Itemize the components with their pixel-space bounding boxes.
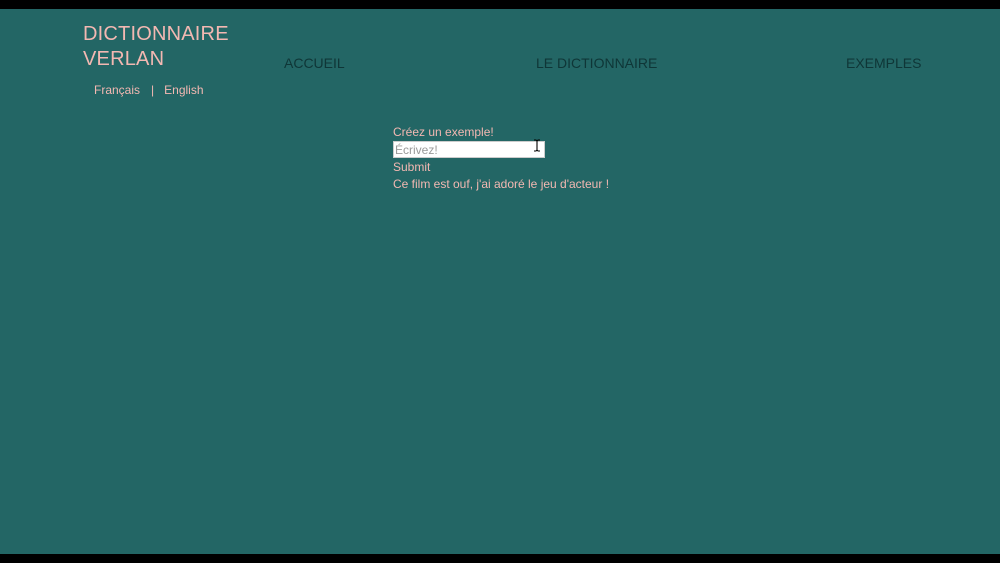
example-input[interactable] [393, 141, 545, 158]
language-french-link[interactable]: Français [94, 83, 140, 97]
submit-button[interactable]: Submit [393, 159, 430, 175]
nav-accueil[interactable]: ACCUEIL [284, 55, 345, 71]
letterbox-top [0, 0, 1000, 9]
language-switcher: Français | English [94, 83, 204, 97]
nav-le-dictionnaire[interactable]: LE DICTIONNAIRE [536, 55, 657, 71]
page-body: DICTIONNAIRE VERLAN Français | English ACC… [0, 9, 1000, 554]
site-logo[interactable]: DICTIONNAIRE VERLAN [83, 22, 253, 72]
example-form: Créez un exemple! Submit Ce film est ouf… [393, 124, 609, 192]
letterbox-bottom [0, 554, 1000, 563]
form-label: Créez un exemple! [393, 125, 494, 139]
example-sentence: Ce film est ouf, j'ai adoré le jeu d'act… [393, 177, 610, 191]
language-separator: | [151, 83, 155, 97]
nav-exemples[interactable]: EXEMPLES [846, 55, 921, 71]
language-english-link[interactable]: English [164, 83, 203, 97]
text-cursor-icon [534, 139, 540, 152]
